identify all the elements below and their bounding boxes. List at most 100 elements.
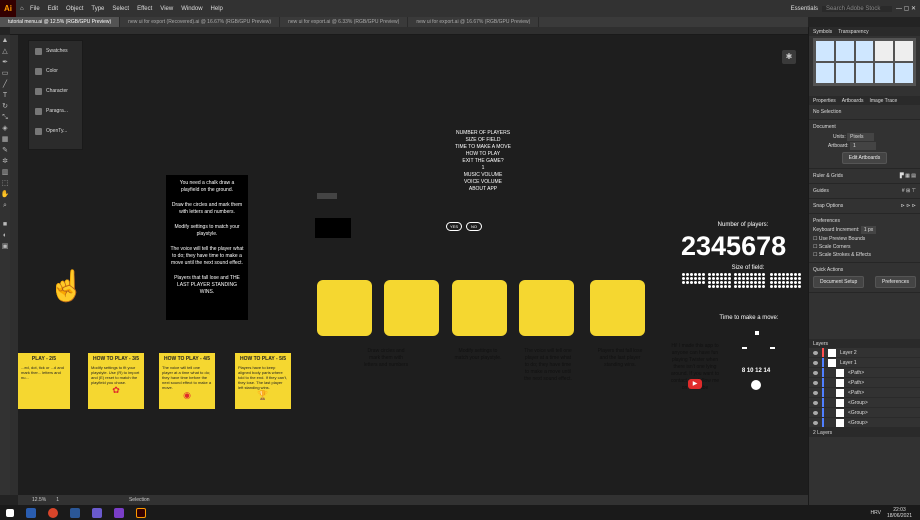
checkbox-icon[interactable]: ☐ [813,236,817,242]
gradient-tool-icon[interactable]: ▦ [0,134,10,145]
search-stock-input[interactable]: Search Adobe Stock [821,5,892,12]
visibility-eye-icon[interactable] [813,360,818,365]
illustrator-taskbar-icon[interactable] [136,507,146,518]
artboard-canvas[interactable]: You need a chalk draw a playfield on the… [18,35,808,495]
panel-color[interactable]: Color [29,61,82,81]
checkbox-icon[interactable]: ☐ [813,244,817,250]
visibility-eye-icon[interactable] [813,400,818,405]
menu-edit[interactable]: Edit [44,6,62,12]
visibility-eye-icon[interactable] [813,410,818,415]
units-select[interactable]: Pixels [847,133,874,141]
symbol-thumb[interactable] [875,41,894,61]
ruler-grid-icons[interactable]: ▛ ▦ ▤ [900,173,916,179]
visibility-eye-icon[interactable] [813,390,818,395]
visibility-eye-icon[interactable] [813,380,818,385]
document-setup-button[interactable]: Document Setup [813,276,865,288]
menu-view[interactable]: View [156,6,177,12]
menu-select[interactable]: Select [108,6,133,12]
visibility-eye-icon[interactable] [813,370,818,375]
fill-stroke-icon[interactable]: ■ [0,219,10,230]
tab-document-1[interactable]: tutorial menu.ai @ 12.5% (RGB/GPU Previe… [0,17,121,27]
tab-symbols[interactable]: Symbols [813,29,832,35]
menu-type[interactable]: Type [87,6,108,12]
symbol-thumb[interactable] [875,63,894,83]
panel-character[interactable]: Character [29,81,82,101]
shape-builder-icon[interactable]: ◈ [0,123,10,134]
preferences-button[interactable]: Preferences [875,276,916,288]
layer-row[interactable]: <Group> [809,408,920,418]
no-button[interactable]: NO [466,222,482,231]
layer-row[interactable]: <Path> [809,388,920,398]
type-tool-icon[interactable]: T [0,90,10,101]
symbol-thumb[interactable] [855,63,874,83]
visibility-eye-icon[interactable] [813,350,818,355]
artboard-tool-icon[interactable]: ⬚ [0,178,10,189]
clock[interactable]: 22:03 18/06/2021 [887,507,912,519]
visibility-eye-icon[interactable] [813,420,818,425]
workspace-switcher[interactable]: Essentials [787,6,822,12]
visual-studio-icon[interactable] [114,507,124,518]
symbol-thumb[interactable] [835,41,854,61]
youtube-icon[interactable]: ▶ [688,379,702,389]
panel-paragraph[interactable]: Paragra... [29,101,82,121]
tab-image-trace[interactable]: Image Trace [869,98,897,104]
guides-icons[interactable]: # ⊞ ⊤ [902,188,916,194]
brush-tool-icon[interactable]: ╱ [0,79,10,90]
window-controls-icon[interactable]: — ▢ ✕ [892,5,920,12]
symbol-thumb[interactable] [816,41,834,61]
layer-row[interactable]: <Group> [809,418,920,428]
layer-row[interactable]: Layer 2 [809,348,920,358]
chrome-icon[interactable] [48,507,58,518]
panel-swatches[interactable]: Swatches [29,41,82,61]
menu-window[interactable]: Window [177,6,206,12]
layer-row[interactable]: <Path> [809,378,920,388]
rectangle-tool-icon[interactable]: ▭ [0,68,10,79]
layer-row[interactable]: <Group> [809,398,920,408]
symbol-thumb[interactable] [895,63,913,83]
symbol-thumb[interactable] [895,41,913,61]
menu-effect[interactable]: Effect [133,6,156,12]
canvas-settings-icon[interactable]: ✱ [782,50,796,64]
hand-tool-icon[interactable]: ✋ [0,189,10,200]
tab-layers[interactable]: Layers [813,341,828,347]
menu-help[interactable]: Help [207,6,227,12]
tab-properties[interactable]: Properties [813,98,836,104]
selection-tool-icon[interactable]: ▲ [0,35,10,46]
symbol-thumb[interactable] [835,63,854,83]
tab-document-3[interactable]: new ui for export.ai @ 6.33% (RGB/GPU Pr… [280,17,409,27]
zoom-tool-icon[interactable]: ⌕ [0,200,10,211]
graph-tool-icon[interactable]: ▥ [0,167,10,178]
artboard-select[interactable]: 1 [849,142,876,150]
draw-mode-icon[interactable]: ◐ [0,230,10,241]
language-indicator[interactable]: HRV [871,510,881,516]
rotate-tool-icon[interactable]: ↻ [0,101,10,112]
menu-object[interactable]: Object [62,6,87,12]
symbol-sprayer-icon[interactable]: ✲ [0,156,10,167]
kb-input[interactable]: 1 px [860,226,877,234]
eyedropper-tool-icon[interactable]: ✎ [0,145,10,156]
symbol-thumb[interactable] [816,63,834,83]
artboard-number[interactable]: 1 [56,497,59,503]
app-icon[interactable] [92,507,102,518]
zoom-level[interactable]: 12.5% [32,497,46,503]
screen-mode-icon[interactable]: ▣ [0,241,10,252]
direct-selection-tool-icon[interactable]: △ [0,46,10,57]
file-explorer-icon[interactable] [26,507,36,518]
checkbox-icon[interactable]: ☐ [813,252,817,258]
snap-icons[interactable]: ⊳ ⊳ ⊳ [901,203,916,209]
word-icon[interactable] [70,507,80,518]
layer-row[interactable]: <Path> [809,368,920,378]
pen-tool-icon[interactable]: ✒ [0,57,10,68]
home-icon[interactable]: ⌂ [16,6,26,12]
tab-transparency[interactable]: Transparency [838,29,868,35]
symbol-thumb[interactable] [855,41,874,61]
menu-file[interactable]: File [26,6,44,12]
panel-opentype[interactable]: OpenTy... [29,121,82,141]
tab-document-4[interactable]: new ui for export.ai @ 16.67% (RGB/GPU P… [408,17,540,27]
layer-row[interactable]: Layer 1 [809,358,920,368]
yes-button[interactable]: YES [446,222,462,231]
tab-document-2[interactable]: new ui for export (Recovered).ai @ 16.67… [120,17,281,27]
windows-start-icon[interactable] [6,508,14,517]
edit-artboards-button[interactable]: Edit Artboards [841,152,888,164]
scale-tool-icon[interactable]: ⤡ [0,112,10,123]
